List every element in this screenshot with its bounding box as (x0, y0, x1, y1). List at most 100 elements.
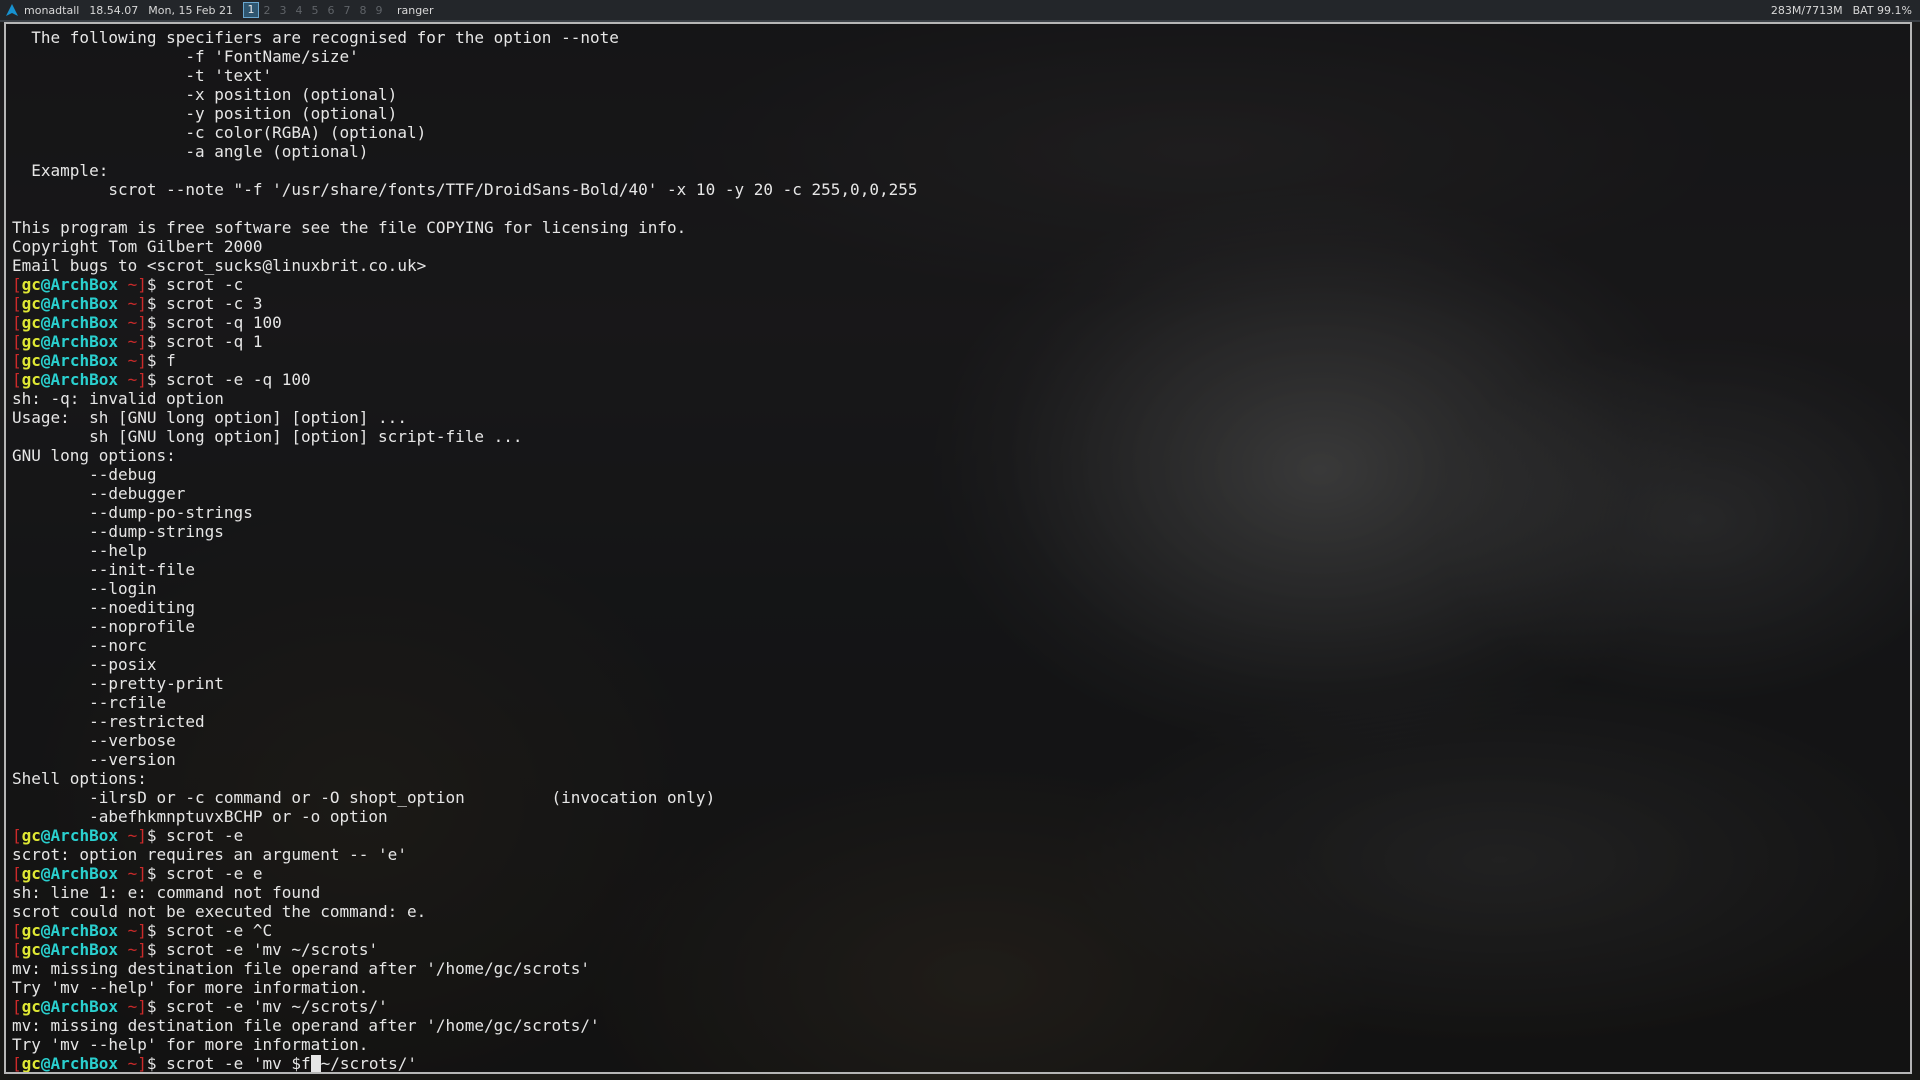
prompt-bracket: [ (12, 864, 22, 883)
terminal-output-line: GNU long options: (12, 446, 176, 465)
terminal-output-line: sh: line 1: e: command not found (12, 883, 321, 902)
terminal-output-line: scrot: option requires an argument -- 'e… (12, 845, 407, 864)
prompt-bracket: [ (12, 1054, 22, 1073)
prompt-at: @ (40, 921, 51, 940)
terminal-output-line: Example: (12, 161, 109, 180)
prompt-symbol: $ (146, 826, 167, 845)
prompt-host: ArchBox (50, 332, 118, 351)
prompt-symbol: $ (146, 940, 167, 959)
terminal-command-line: [gc@ArchBox ~]$ scrot -e 'mv ~/scrots/' (12, 997, 1904, 1016)
prompt-user: gc (21, 313, 41, 332)
terminal-output-line: --version (12, 750, 176, 769)
prompt-at: @ (40, 370, 51, 389)
workspace-group-2[interactable]: 2 (259, 4, 275, 17)
terminal-output-line: sh [GNU long option] [option] script-fil… (12, 427, 523, 446)
prompt-path: ~ (117, 332, 138, 351)
prompt-path: ~ (117, 940, 138, 959)
prompt-at: @ (40, 997, 51, 1016)
terminal-output-line: Copyright Tom Gilbert 2000 (12, 237, 263, 256)
prompt-host: ArchBox (50, 921, 118, 940)
battery-status: BAT 99.1% (1852, 3, 1912, 17)
prompt-path: ~ (117, 313, 138, 332)
command-text: scrot -q 1 (166, 332, 263, 351)
terminal-output-line: Try 'mv --help' for more information. (12, 978, 369, 997)
window-title: ranger (396, 3, 434, 17)
command-text: scrot -c 3 (166, 294, 263, 313)
workspace-group-9[interactable]: 9 (371, 4, 387, 17)
terminal-output-line: --debugger (12, 484, 186, 503)
workspace-group-5[interactable]: 5 (307, 4, 323, 17)
prompt-host: ArchBox (50, 940, 118, 959)
prompt-path: ~ (117, 921, 138, 940)
prompt-bracket: ] (137, 313, 147, 332)
prompt-at: @ (40, 294, 51, 313)
prompt-host: ArchBox (50, 370, 118, 389)
prompt-symbol: $ (146, 332, 167, 351)
command-text: scrot -c (166, 275, 244, 294)
prompt-bracket: ] (137, 351, 147, 370)
terminal-output-line: --noprofile (12, 617, 196, 636)
prompt-host: ArchBox (50, 313, 118, 332)
input-text: scrot -e 'mv $f (166, 1054, 311, 1073)
prompt-bracket: [ (12, 332, 22, 351)
terminal-output-line: -y position (optional) (12, 104, 398, 123)
command-text: scrot -q 100 (166, 313, 282, 332)
command-text: f (166, 351, 176, 370)
prompt-symbol: $ (146, 921, 167, 940)
prompt-path: ~ (117, 351, 138, 370)
prompt-host: ArchBox (50, 1054, 118, 1073)
prompt-bracket: ] (137, 1054, 147, 1073)
terminal-output-line: Try 'mv --help' for more information. (12, 1035, 369, 1054)
terminal-command-line: [gc@ArchBox ~]$ f (12, 351, 1904, 370)
workspace-group-7[interactable]: 7 (339, 4, 355, 17)
prompt-host: ArchBox (50, 351, 118, 370)
terminal-output-line: --restricted (12, 712, 205, 731)
terminal-output-line: --help (12, 541, 147, 560)
prompt-host: ArchBox (50, 294, 118, 313)
command-text: scrot -e 'mv ~/scrots' (166, 940, 379, 959)
workspace-groups: 123456789 (242, 2, 387, 18)
prompt-user: gc (21, 332, 41, 351)
workspace-group-1[interactable]: 1 (242, 2, 259, 18)
terminal-window[interactable]: The following specifiers are recognised … (4, 22, 1912, 1074)
terminal-input-line[interactable]: [gc@ArchBox ~]$ scrot -e 'mv $f ~/scrots/… (12, 1054, 1904, 1073)
terminal-output-line: sh: -q: invalid option (12, 389, 224, 408)
prompt-bracket: ] (137, 864, 147, 883)
terminal-output-line: Usage: sh [GNU long option] [option] ... (12, 408, 407, 427)
command-text: scrot -e ^C (166, 921, 273, 940)
terminal-output-line: -x position (optional) (12, 85, 398, 104)
terminal-output-line: The following specifiers are recognised … (12, 28, 619, 47)
terminal-output-line: mv: missing destination file operand aft… (12, 1016, 600, 1035)
prompt-user: gc (21, 921, 41, 940)
prompt-at: @ (40, 1054, 51, 1073)
workspace-group-8[interactable]: 8 (355, 4, 371, 17)
prompt-at: @ (40, 351, 51, 370)
prompt-symbol: $ (146, 370, 167, 389)
terminal-output-line: --dump-strings (12, 522, 224, 541)
command-text: scrot -e (166, 826, 244, 845)
prompt-path: ~ (117, 826, 138, 845)
prompt-bracket: ] (137, 370, 147, 389)
workspace-group-6[interactable]: 6 (323, 4, 339, 17)
workspace-group-3[interactable]: 3 (275, 4, 291, 17)
prompt-bracket: [ (12, 370, 22, 389)
prompt-bracket: [ (12, 275, 22, 294)
text-cursor (310, 1055, 321, 1072)
prompt-host: ArchBox (50, 275, 118, 294)
terminal-output-line: -c color(RGBA) (optional) (12, 123, 427, 142)
prompt-path: ~ (117, 1054, 138, 1073)
terminal-command-line: [gc@ArchBox ~]$ scrot -e ^C (12, 921, 1904, 940)
prompt-user: gc (21, 351, 41, 370)
prompt-user: gc (21, 1054, 41, 1073)
terminal-output-line: --noediting (12, 598, 196, 617)
terminal-output-line: -t 'text' (12, 66, 273, 85)
terminal-command-line: [gc@ArchBox ~]$ scrot -e -q 100 (12, 370, 1904, 389)
command-text: scrot -e 'mv ~/scrots/' (166, 997, 388, 1016)
workspace-group-4[interactable]: 4 (291, 4, 307, 17)
memory-usage: 283M/7713M (1770, 3, 1843, 17)
arch-logo-icon[interactable] (4, 2, 20, 18)
terminal-command-line: [gc@ArchBox ~]$ scrot -c 3 (12, 294, 1904, 313)
terminal-command-line: [gc@ArchBox ~]$ scrot -q 1 (12, 332, 1904, 351)
top-bar: monadtall 18.54.07 Mon, 15 Feb 21 123456… (0, 0, 1920, 22)
